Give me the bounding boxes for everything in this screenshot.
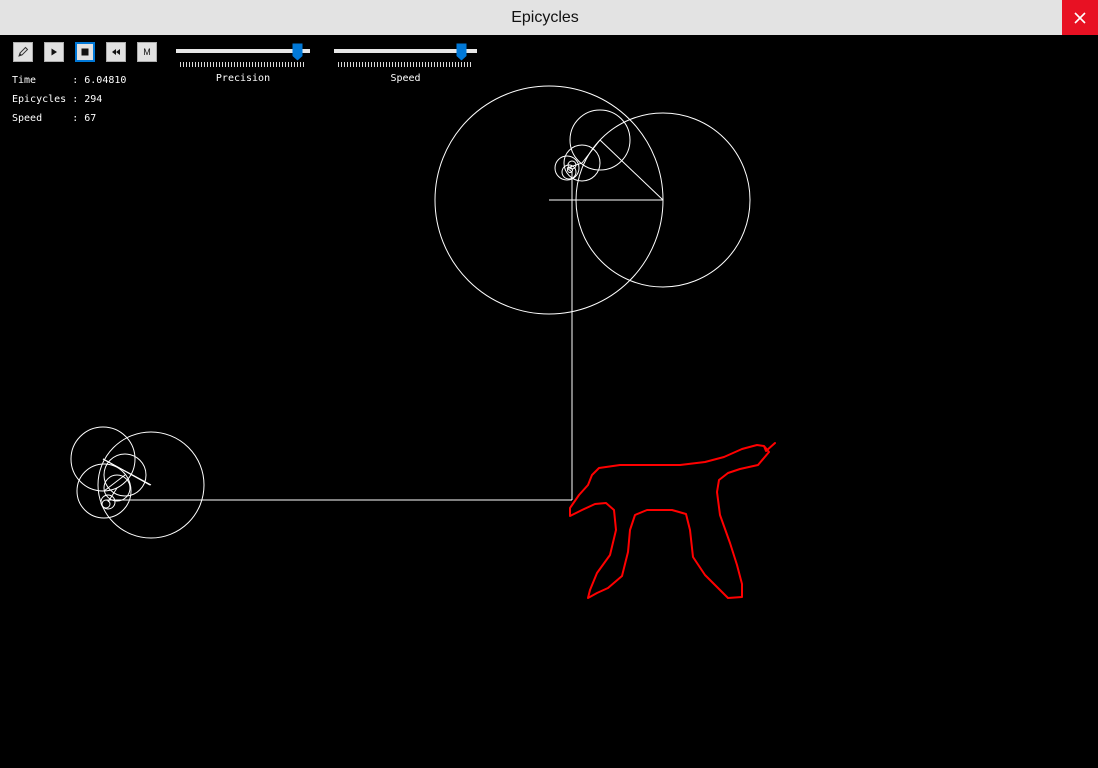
drawn-pi-path xyxy=(569,442,776,599)
title-bar: Epicycles xyxy=(0,0,1098,35)
epicycle-radius xyxy=(599,139,664,201)
left-epicycles xyxy=(70,426,205,539)
top-epicycles xyxy=(434,85,751,315)
epicycle-radius xyxy=(581,139,601,164)
drawing-canvas[interactable] xyxy=(0,35,1098,768)
window-title: Epicycles xyxy=(511,9,579,26)
close-icon xyxy=(1074,11,1086,24)
close-button[interactable] xyxy=(1062,0,1098,35)
